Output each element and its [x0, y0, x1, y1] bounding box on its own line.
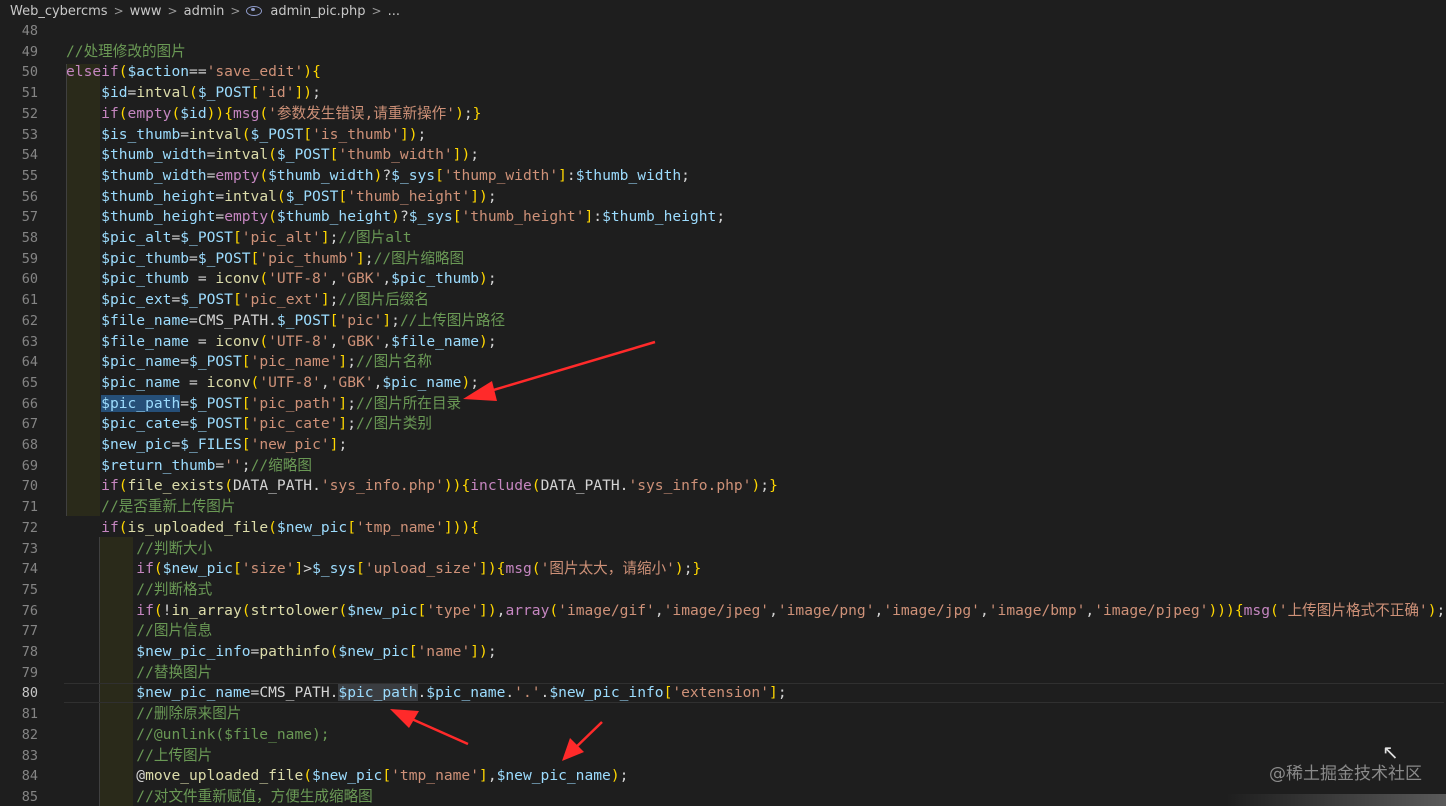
line-number: 70 — [21, 478, 38, 495]
code-line[interactable]: elseif($action=='save_edit'){ — [66, 62, 321, 83]
code-line[interactable]: $thumb_height=empty($thumb_height)?$_sys… — [66, 207, 725, 228]
line-number: 49 — [21, 43, 38, 60]
line-number: 85 — [21, 788, 38, 805]
line-number: 69 — [21, 457, 38, 474]
code-line[interactable]: @move_uploaded_file($new_pic['tmp_name']… — [66, 766, 628, 787]
php-file-icon — [246, 6, 263, 16]
code-line[interactable]: $is_thumb=intval($_POST['is_thumb']); — [66, 125, 426, 146]
code-line[interactable]: $file_name=CMS_PATH.$_POST['pic'];//上传图片… — [66, 311, 505, 332]
code-line[interactable]: //处理修改的图片 — [66, 42, 186, 63]
line-number: 74 — [21, 561, 38, 578]
code-line[interactable]: //判断格式 — [66, 580, 212, 601]
code-line[interactable]: //是否重新上传图片 — [66, 497, 235, 518]
line-number: 63 — [21, 333, 38, 350]
code-line[interactable]: $thumb_width=intval($_POST['thumb_width'… — [66, 145, 479, 166]
line-number: 76 — [21, 602, 38, 619]
breadcrumb-folder-admin[interactable]: admin — [182, 4, 227, 19]
code-line[interactable]: if(is_uploaded_file($new_pic['tmp_name']… — [66, 518, 479, 539]
code-line[interactable]: $pic_thumb=$_POST['pic_thumb'];//图片缩略图 — [66, 249, 464, 270]
code-line[interactable]: $pic_ext=$_POST['pic_ext'];//图片后缀名 — [66, 290, 429, 311]
code-line[interactable]: $pic_path=$_POST['pic_path'];//图片所在目录 — [66, 394, 461, 415]
line-number: 77 — [21, 623, 38, 640]
breadcrumb-folder-www[interactable]: www — [128, 4, 164, 19]
line-number: 60 — [21, 271, 38, 288]
code-line[interactable]: $id=intval($_POST['id']); — [66, 83, 321, 104]
line-number: 64 — [21, 354, 38, 371]
line-number: 66 — [21, 395, 38, 412]
code-line[interactable]: //删除原来图片 — [66, 704, 241, 725]
chevron-right-icon: > — [371, 4, 382, 18]
line-number: 79 — [21, 664, 38, 681]
line-number: 84 — [21, 768, 38, 785]
code-line[interactable]: $new_pic=$_FILES['new_pic']; — [66, 435, 347, 456]
code-line[interactable]: if(!in_array(strtolower($new_pic['type']… — [66, 601, 1446, 622]
line-number: 54 — [21, 147, 38, 164]
line-number: 56 — [21, 188, 38, 205]
chevron-right-icon: > — [113, 4, 124, 18]
code-line[interactable]: $new_pic_name=CMS_PATH.$pic_path.$pic_na… — [64, 683, 1444, 704]
line-number: 51 — [21, 85, 38, 102]
watermark: @稀土掘金技术社区 — [1269, 764, 1422, 784]
code-line[interactable]: $pic_cate=$_POST['pic_cate'];//图片类别 — [66, 414, 432, 435]
line-number: 53 — [21, 126, 38, 143]
chevron-right-icon: > — [230, 4, 241, 18]
breadcrumb-file-admin-pic[interactable]: admin_pic.php — [268, 4, 367, 19]
line-number: 62 — [21, 312, 38, 329]
line-number: 81 — [21, 706, 38, 723]
chevron-right-icon: > — [167, 4, 178, 18]
code-line[interactable]: //对文件重新赋值，方便生成缩略图 — [66, 787, 372, 806]
line-number: 48 — [21, 23, 38, 39]
breadcrumb-symbol-more[interactable]: ... — [386, 4, 402, 19]
code-line[interactable]: //图片信息 — [66, 621, 212, 642]
line-number: 61 — [21, 292, 38, 309]
code-line[interactable]: $new_pic_info=pathinfo($new_pic['name'])… — [66, 642, 496, 663]
line-number: 65 — [21, 374, 38, 391]
code-line[interactable]: $pic_thumb = iconv('UTF-8','GBK',$pic_th… — [66, 269, 496, 290]
line-number: 72 — [21, 519, 38, 536]
line-number: 57 — [21, 209, 38, 226]
bottom-edge-fade — [1226, 794, 1446, 806]
line-number: 83 — [21, 747, 38, 764]
line-number: 50 — [21, 64, 38, 81]
code-line[interactable]: $pic_name=$_POST['pic_name'];//图片名称 — [66, 352, 432, 373]
code-line[interactable]: if($new_pic['size']>$_sys['upload_size']… — [66, 559, 701, 580]
line-number: 78 — [21, 644, 38, 660]
editor-window: Web_cybercms > www > admin > admin_pic.p… — [0, 0, 1446, 806]
line-number: 52 — [21, 105, 38, 122]
line-number: 67 — [21, 416, 38, 433]
breadcrumb: Web_cybercms > www > admin > admin_pic.p… — [0, 0, 1446, 22]
line-number: 80 — [21, 685, 38, 702]
code-line[interactable]: $pic_name = iconv('UTF-8','GBK',$pic_nam… — [66, 373, 479, 394]
line-number: 82 — [21, 726, 38, 743]
code-line[interactable]: //@unlink($file_name); — [66, 725, 329, 746]
code-line[interactable]: $return_thumb='';//缩略图 — [66, 456, 312, 477]
line-number: 73 — [21, 540, 38, 557]
code-line[interactable]: if(empty($id)){msg('参数发生错误,请重新操作');} — [66, 104, 481, 125]
code-line[interactable]: //替换图片 — [66, 663, 212, 684]
code-line[interactable]: $pic_alt=$_POST['pic_alt'];//图片alt — [66, 228, 411, 249]
code-line[interactable]: $file_name = iconv('UTF-8','GBK',$file_n… — [66, 332, 496, 353]
code-line[interactable]: $thumb_width=empty($thumb_width)?$_sys['… — [66, 166, 690, 187]
code-editor[interactable]: 48 49 50 51 52 53 54 55 56 57 58 59 60 61 62 63 64 65 66 67… — [0, 22, 1446, 806]
line-number: 55 — [21, 167, 38, 184]
line-number: 68 — [21, 437, 38, 453]
breadcrumb-folder-web-cybercms[interactable]: Web_cybercms — [8, 4, 110, 19]
line-number: 59 — [21, 250, 38, 267]
code-line[interactable]: //上传图片 — [66, 746, 212, 767]
code-line[interactable]: //判断大小 — [66, 539, 212, 560]
line-number: 71 — [21, 499, 38, 516]
code-line[interactable]: if(file_exists(DATA_PATH.'sys_info.php')… — [66, 476, 778, 497]
line-number: 75 — [21, 581, 38, 598]
line-number: 58 — [21, 230, 38, 246]
code-line[interactable]: $thumb_height=intval($_POST['thumb_heigh… — [66, 187, 496, 208]
